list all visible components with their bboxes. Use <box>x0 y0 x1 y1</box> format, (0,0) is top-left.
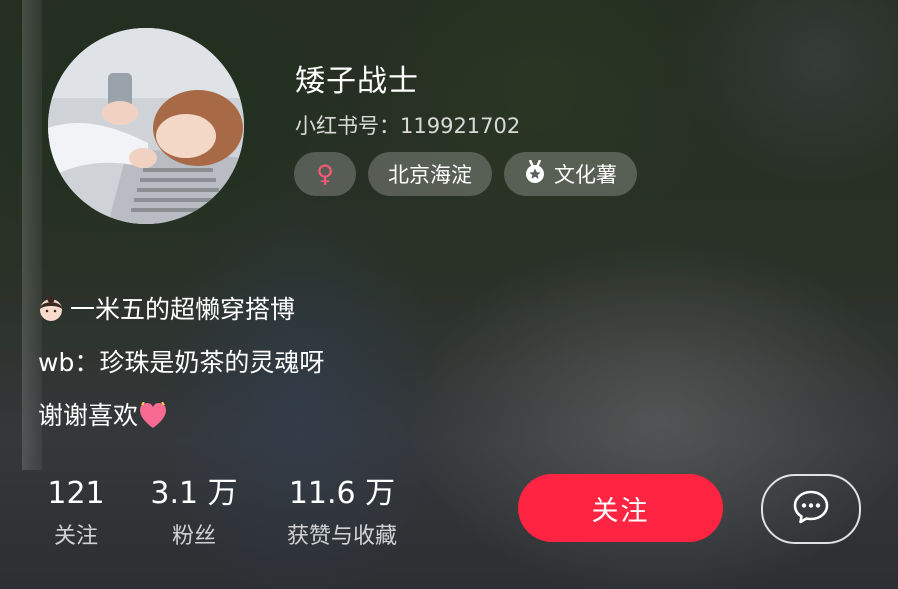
red-id: 小红书号：119921702 <box>295 110 520 140</box>
bio-text-3: 谢谢喜欢 <box>38 401 139 430</box>
avatar[interactable] <box>48 28 244 224</box>
gender-tag: ♀ <box>294 152 356 196</box>
medal-icon <box>524 159 546 189</box>
red-id-value: 119921702 <box>400 114 521 138</box>
badge-tag[interactable]: 文化薯 <box>504 152 637 196</box>
location-tag[interactable]: 北京海淀 <box>368 152 492 196</box>
chat-bubble-icon <box>793 490 829 528</box>
location-label: 北京海淀 <box>388 163 472 187</box>
bio: 一米五的超懒穿搭博 wb：珍珠是奶茶的灵魂呀 谢谢喜欢 <box>38 283 324 442</box>
stat-label: 获赞与收藏 <box>286 524 397 549</box>
sparkling-heart-icon <box>138 395 168 428</box>
stat-likes-and-collects[interactable]: 11.6 万 获赞与收藏 <box>272 474 412 552</box>
chat-button[interactable] <box>761 474 861 544</box>
stat-value: 121 <box>47 476 105 511</box>
female-icon: ♀ <box>316 160 334 188</box>
stat-following[interactable]: 121 关注 <box>46 474 106 552</box>
stat-followers[interactable]: 3.1 万 粉丝 <box>145 474 243 552</box>
profile-tags: ♀ 北京海淀 文化薯 <box>294 152 637 196</box>
nickname: 矮子战士 <box>295 64 419 99</box>
bio-line-3: 谢谢喜欢 <box>38 389 324 442</box>
red-id-label: 小红书号： <box>295 114 400 138</box>
badge-label: 文化薯 <box>554 163 617 187</box>
stat-value: 3.1 万 <box>150 476 238 511</box>
stat-label: 关注 <box>53 524 98 549</box>
stat-label: 粉丝 <box>171 524 216 549</box>
follow-button[interactable]: 关注 <box>518 474 723 542</box>
girl-emoji-icon <box>38 287 64 321</box>
profile-header: 矮子战士 小红书号：119921702 ♀ 北京海淀 文化薯 一米五的超懒穿搭博… <box>0 0 898 589</box>
bio-text-1: 一米五的超懒穿搭博 <box>70 295 296 324</box>
bio-line-2: wb：珍珠是奶茶的灵魂呀 <box>38 348 325 377</box>
bio-line-1: 一米五的超懒穿搭博 <box>38 283 324 336</box>
stat-value: 11.6 万 <box>288 476 396 511</box>
